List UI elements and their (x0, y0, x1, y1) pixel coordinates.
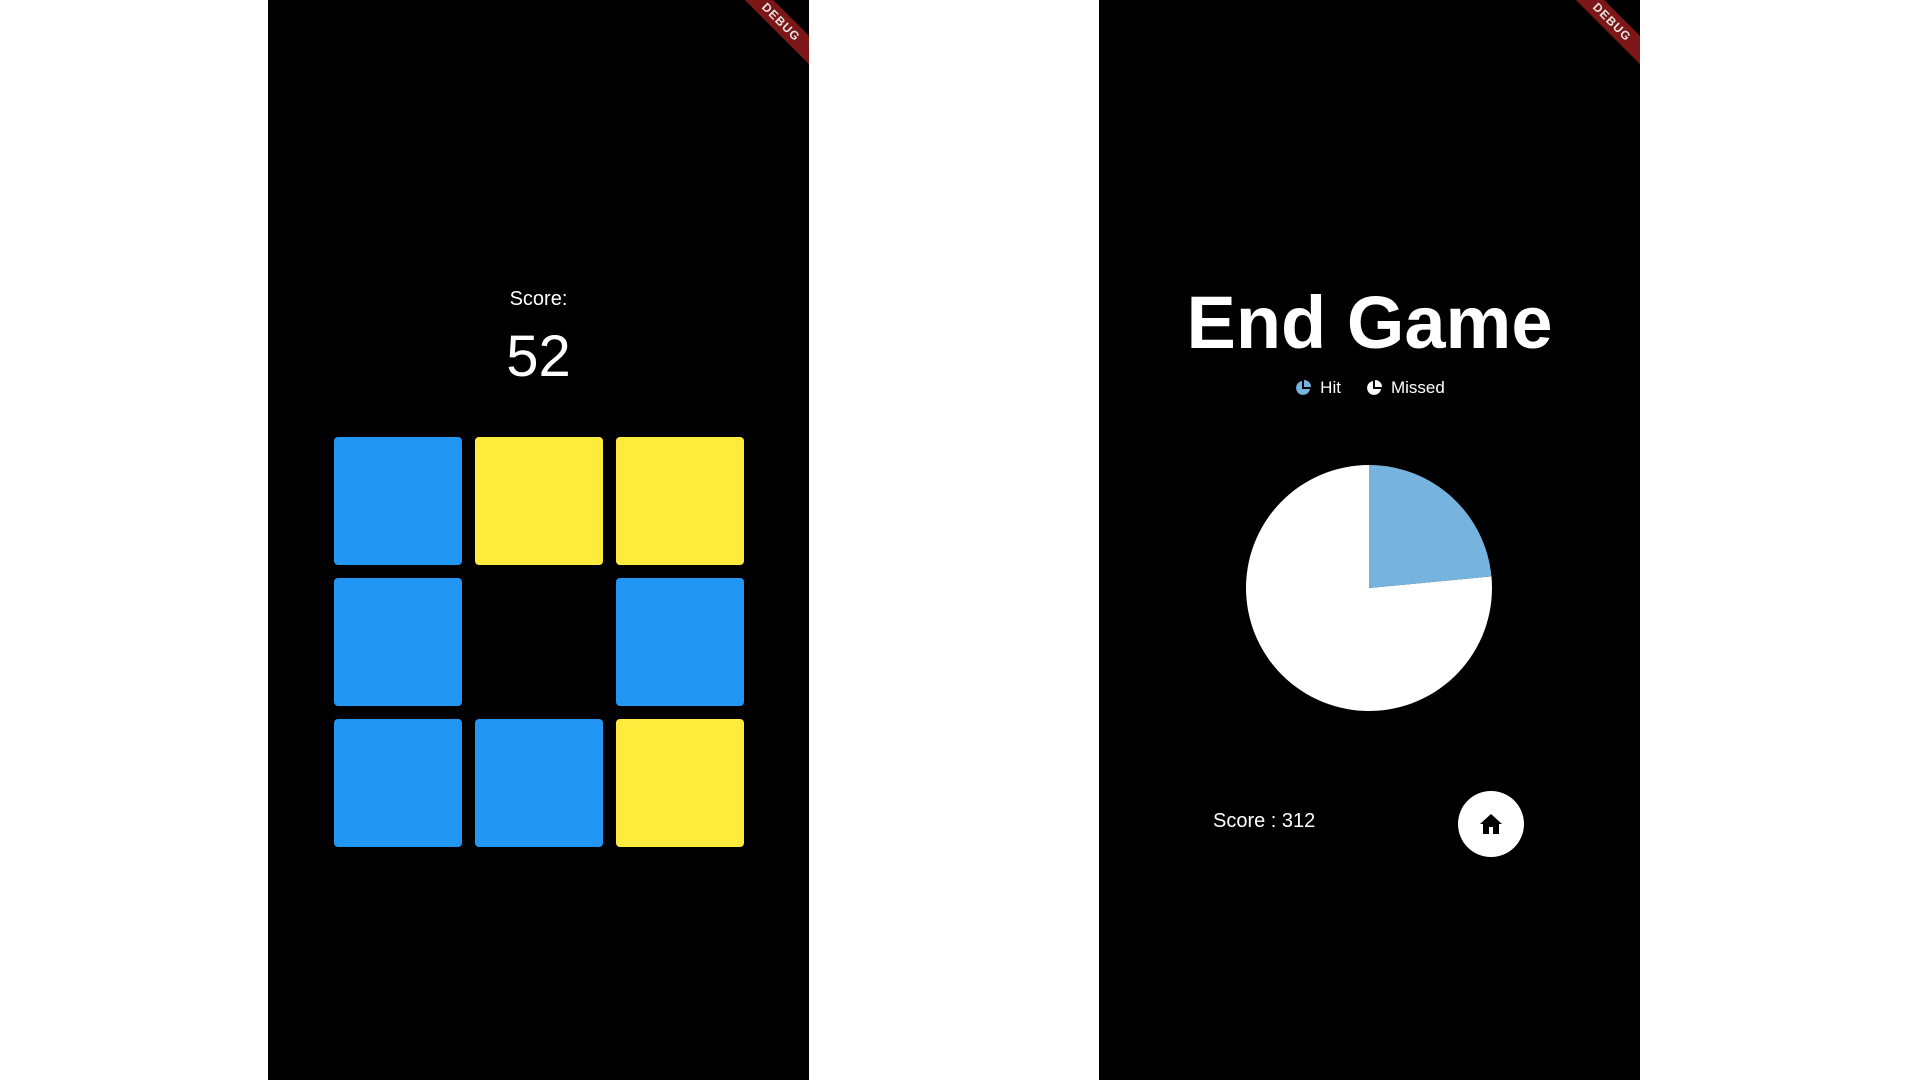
legend-item-missed: Missed (1365, 378, 1445, 398)
tile-blue[interactable] (475, 719, 603, 847)
home-icon (1480, 814, 1502, 834)
game-screen: DEBUG Score: 52 (268, 0, 809, 1080)
tile-empty (475, 578, 603, 706)
tile-blue[interactable] (334, 719, 462, 847)
end-game-screen: DEBUG End Game Hit Missed Score: 312 (1099, 0, 1640, 1080)
tile-blue[interactable] (334, 578, 462, 706)
tile-grid (334, 437, 744, 847)
legend-item-hit: Hit (1294, 378, 1341, 398)
tile-yellow[interactable] (475, 437, 603, 565)
tile-blue[interactable] (334, 437, 462, 565)
debug-banner: DEBUG (724, 0, 809, 79)
final-score: Score : 312 (1213, 810, 1316, 832)
pie-chart-icon (1296, 380, 1312, 395)
home-button[interactable] (1458, 791, 1524, 857)
score-value: 52 (506, 324, 571, 389)
score-label: Score: (509, 288, 568, 310)
debug-banner: DEBUG (1555, 0, 1640, 79)
tile-yellow[interactable] (616, 719, 744, 847)
pie-chart (1246, 465, 1492, 711)
pie-legend: Hit Missed (1099, 378, 1640, 398)
canvas: DEBUG Score: 52 DEBUG End Game Hit Misse… (0, 0, 1920, 1080)
pie-chart-icon (1367, 380, 1382, 395)
legend-label-missed: Missed (1390, 378, 1445, 397)
tile-blue[interactable] (616, 578, 744, 706)
tile-yellow[interactable] (616, 437, 744, 565)
legend-label-hit: Hit (1320, 378, 1341, 397)
hit-missed-pie-chart (1246, 465, 1492, 711)
pie-slice-hit (1369, 465, 1492, 588)
end-game-title: End Game (1186, 281, 1553, 364)
